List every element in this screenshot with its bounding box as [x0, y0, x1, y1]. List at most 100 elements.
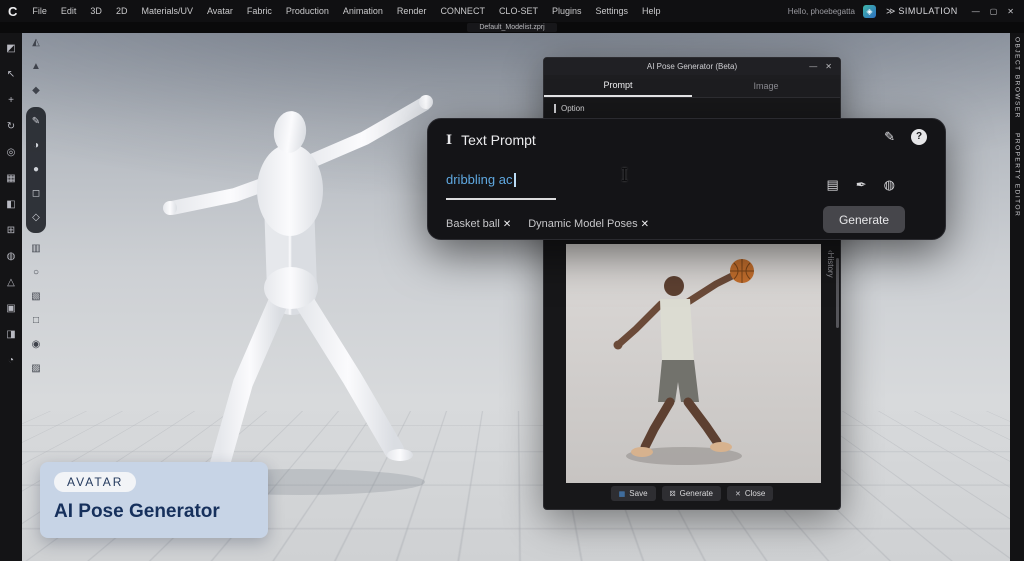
vtool-icon-4[interactable]: ✎ — [28, 114, 44, 130]
tool-icon-9[interactable]: ◍ — [3, 249, 19, 265]
tool-icon-5[interactable]: ◎ — [3, 145, 19, 161]
menu-render[interactable]: Render — [390, 6, 434, 16]
close-icon: ✕ — [734, 490, 741, 498]
library-icon[interactable]: ▤ — [826, 177, 838, 193]
popup-title: Text Prompt — [461, 132, 536, 148]
tool-icon-10[interactable]: △ — [3, 275, 19, 291]
window-controls: — ▢ ✕ — [972, 7, 1018, 16]
menu-bar: C File Edit 3D 2D Materials/UV Avatar Fa… — [0, 0, 1024, 22]
vtool-icon-6[interactable]: ● — [28, 162, 44, 178]
tool-icon-12[interactable]: ◨ — [3, 327, 19, 343]
vtool-icon-5[interactable]: ◑ — [28, 138, 44, 154]
property-editor-tab[interactable]: PROPERTY EDITOR — [1014, 133, 1021, 217]
text-caret — [513, 172, 516, 187]
dialog-close-icon[interactable]: ✕ — [825, 62, 832, 71]
text-caret-icon: I — [446, 132, 453, 148]
tool-icon-11[interactable]: ▣ — [3, 301, 19, 317]
menu-fabric[interactable]: Fabric — [240, 6, 279, 16]
vtool-icon-3[interactable]: ◆ — [28, 83, 44, 99]
prompt-tools: ▤ ✒ ◍ — [826, 177, 895, 193]
simulation-toggle[interactable]: SIMULATION — [898, 6, 957, 16]
vtool-icon-9[interactable]: ▥ — [28, 241, 44, 257]
save-button[interactable]: ▦ Save — [610, 486, 656, 501]
menu-help[interactable]: Help — [635, 6, 668, 16]
menu-materials-uv[interactable]: Materials/UV — [134, 6, 200, 16]
user-greeting[interactable]: Hello, phoebegatta — [788, 7, 855, 16]
vtool-icon-7[interactable]: ◻ — [28, 186, 44, 202]
feature-info-card: AVATAR AI Pose Generator — [40, 462, 268, 538]
vtool-icon-12[interactable]: □ — [28, 313, 44, 329]
help-icon[interactable]: ? — [911, 129, 927, 145]
menu-clo-set[interactable]: CLO-SET — [492, 6, 545, 16]
prompt-tags: Basket ball ✕ Dynamic Model Poses ✕ — [446, 218, 649, 230]
text-prompt-popup: I Text Prompt ✎ ? dribbling ac I ▤ ✒ ◍ G… — [427, 118, 946, 240]
prompt-input[interactable]: dribbling ac — [446, 171, 556, 200]
popup-header: I Text Prompt — [446, 132, 536, 148]
prompt-input-value: dribbling ac — [446, 172, 513, 187]
simulation-chevrons-icon: ≫ — [885, 5, 896, 16]
generate-button[interactable]: ⚄ Generate — [661, 486, 721, 501]
tag-dynamic-model-poses[interactable]: Dynamic Model Poses ✕ — [528, 218, 649, 230]
generate-label: Generate — [679, 489, 713, 498]
tag-close-icon[interactable]: ✕ — [503, 219, 511, 230]
tag-close-icon[interactable]: ✕ — [641, 219, 649, 230]
tag-basketball[interactable]: Basket ball ✕ — [446, 218, 511, 230]
menu-animation[interactable]: Animation — [336, 6, 390, 16]
close-button[interactable]: ✕ Close — [726, 486, 774, 501]
vtool-icon-11[interactable]: ▧ — [28, 289, 44, 305]
vtool-icon-13[interactable]: ◉ — [28, 337, 44, 353]
vtool-icon-10[interactable]: ○ — [28, 265, 44, 281]
minimize-icon[interactable]: — — [972, 7, 980, 16]
option-section-header[interactable]: Option — [544, 98, 840, 118]
dialog-scrollbar[interactable] — [836, 258, 839, 328]
option-label: Option — [561, 103, 585, 113]
close-window-icon[interactable]: ✕ — [1007, 7, 1014, 16]
file-tab[interactable]: Default_Modelist.zprj — [467, 23, 557, 32]
tool-icon-7[interactable]: ◧ — [3, 197, 19, 213]
dialog-title-bar[interactable]: AI Pose Generator (Beta) — ✕ — [544, 58, 840, 75]
tag-label: Dynamic Model Poses — [528, 218, 638, 230]
menu-edit[interactable]: Edit — [54, 6, 84, 16]
vtool-icon-8[interactable]: ◇ — [28, 210, 44, 226]
tool-icon-3[interactable]: + — [3, 93, 19, 109]
menu-file[interactable]: File — [25, 6, 54, 16]
tool-icon-1[interactable]: ◩ — [3, 41, 19, 57]
pen-icon[interactable]: ✒ — [856, 177, 867, 193]
menu-3d[interactable]: 3D — [83, 6, 109, 16]
dice-icon: ⚄ — [669, 490, 676, 498]
menu-production[interactable]: Production — [279, 6, 336, 16]
popup-generate-button[interactable]: Generate — [823, 206, 905, 233]
menu-settings[interactable]: Settings — [588, 6, 635, 16]
save-icon: ▦ — [618, 490, 626, 498]
history-panel-toggle[interactable]: ‹History — [826, 250, 835, 278]
tab-prompt[interactable]: Prompt — [544, 75, 692, 97]
tool-icon-6[interactable]: ▦ — [3, 171, 19, 187]
vtool-icon-1[interactable]: ◭ — [28, 35, 44, 51]
menu-avatar[interactable]: Avatar — [200, 6, 240, 16]
maximize-icon[interactable]: ▢ — [990, 7, 998, 16]
tab-image[interactable]: Image — [692, 75, 840, 97]
menu-connect[interactable]: CONNECT — [433, 6, 492, 16]
edit-icon[interactable]: ✎ — [884, 129, 895, 145]
viewport-toolbar: ◭ ▲ ◆ ✎ ◑ ● ◻ ◇ ▥ ○ ▧ □ ◉ ▨ — [26, 35, 46, 377]
dialog-minimize-icon[interactable]: — — [809, 62, 817, 71]
menu-plugins[interactable]: Plugins — [545, 6, 589, 16]
dialog-footer: ▦ Save ⚄ Generate ✕ Close — [544, 486, 840, 501]
tool-icon-8[interactable]: ⊞ — [3, 223, 19, 239]
file-tab-strip: Default_Modelist.zprj — [0, 22, 1024, 33]
vtool-icon-2[interactable]: ▲ — [28, 59, 44, 75]
tool-icon-4[interactable]: ↻ — [3, 119, 19, 135]
vtool-icon-14[interactable]: ▨ — [28, 361, 44, 377]
tool-icon-13[interactable]: ◔ — [3, 353, 19, 369]
app-logo: C — [8, 3, 18, 19]
save-label: Save — [629, 489, 648, 498]
generated-pose-image[interactable] — [566, 244, 821, 483]
option-accent-bar — [554, 103, 556, 113]
tag-label: Basket ball — [446, 218, 500, 230]
tool-icon-2[interactable]: ↖ — [3, 67, 19, 83]
history-label: History — [826, 252, 835, 278]
random-sphere-icon[interactable]: ◍ — [884, 177, 895, 193]
connect-badge-icon[interactable]: ◈ — [862, 4, 876, 18]
object-browser-tab[interactable]: OBJECT BROWSER — [1014, 37, 1021, 119]
menu-2d[interactable]: 2D — [109, 6, 135, 16]
